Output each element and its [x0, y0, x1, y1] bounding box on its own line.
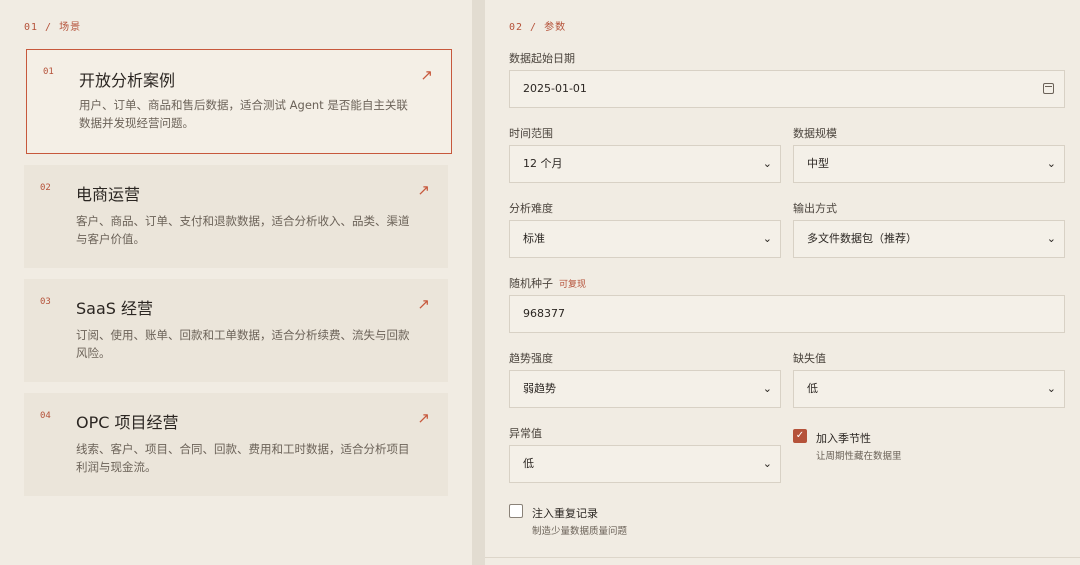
scene-panel: 01 / 场景 01 开放分析案例 ↗ 用户、订单、商品和售后数据，适合测试 A… — [0, 0, 472, 565]
params-panel: 02 / 参数 数据起始日期 2025-01-01 时间范围 12 个月 ⌄ 数… — [485, 0, 1080, 558]
trend-label: 趋势强度 — [509, 352, 553, 365]
seed-value: 968377 — [523, 307, 565, 320]
data-scale-value: 中型 — [807, 157, 829, 170]
missing-select[interactable]: 低 ⌄ — [793, 370, 1065, 408]
start-date-value: 2025-01-01 — [523, 82, 587, 95]
params-section-label: 02 / 参数 — [509, 22, 567, 33]
anomaly-select[interactable]: 低 ⌄ — [509, 445, 781, 483]
scene-card-ecommerce[interactable]: 02 电商运营 ↗ 客户、商品、订单、支付和退款数据，适合分析收入、品类、渠道与… — [24, 165, 448, 268]
chevron-down-icon: ⌄ — [762, 382, 772, 395]
arrow-up-right-icon: ↗ — [417, 295, 430, 313]
difficulty-label: 分析难度 — [509, 202, 553, 215]
scene-card-number: 02 — [40, 183, 51, 193]
scene-card-desc: 线索、客户、项目、合同、回款、费用和工时数据，适合分析项目利润与现金流。 — [76, 442, 410, 474]
data-scale-select[interactable]: 中型 ⌄ — [793, 145, 1065, 183]
seasonality-subtitle: 让周期性藏在数据里 — [816, 451, 902, 462]
chevron-down-icon: ⌄ — [1046, 382, 1056, 395]
scene-card-desc: 订阅、使用、账单、回款和工单数据，适合分析续费、流失与回款风险。 — [76, 328, 410, 360]
scene-card-title: SaaS 经营 — [76, 299, 154, 318]
arrow-up-right-icon: ↗ — [417, 181, 430, 199]
anomaly-value: 低 — [523, 457, 534, 470]
time-range-label: 时间范围 — [509, 127, 553, 140]
missing-value: 低 — [807, 382, 818, 395]
start-date-input[interactable]: 2025-01-01 — [509, 70, 1065, 108]
scene-card-title: 开放分析案例 — [79, 71, 176, 90]
difficulty-value: 标准 — [523, 232, 545, 245]
output-mode-label: 输出方式 — [793, 202, 837, 215]
chevron-down-icon: ⌄ — [1046, 157, 1056, 170]
panel-divider — [472, 0, 485, 565]
output-mode-select[interactable]: 多文件数据包（推荐） ⌄ — [793, 220, 1065, 258]
trend-select[interactable]: 弱趋势 ⌄ — [509, 370, 781, 408]
chevron-down-icon: ⌄ — [762, 232, 772, 245]
duplicates-subtitle: 制造少量数据质量问题 — [532, 526, 628, 537]
scene-card-saas[interactable]: 03 SaaS 经营 ↗ 订阅、使用、账单、回款和工单数据，适合分析续费、流失与… — [24, 279, 448, 382]
scene-card-title: 电商运营 — [76, 185, 141, 204]
time-range-value: 12 个月 — [523, 157, 563, 170]
scene-card-number: 03 — [40, 297, 51, 307]
scene-section-label: 01 / 场景 — [24, 22, 82, 33]
time-range-select[interactable]: 12 个月 ⌄ — [509, 145, 781, 183]
seasonality-checkbox[interactable]: ✓ — [793, 429, 807, 443]
difficulty-select[interactable]: 标准 ⌄ — [509, 220, 781, 258]
reproducible-tag: 可复现 — [559, 280, 587, 290]
scene-card-desc: 客户、商品、订单、支付和退款数据，适合分析收入、品类、渠道与客户价值。 — [76, 214, 410, 246]
data-scale-label: 数据规模 — [793, 127, 837, 140]
chevron-down-icon: ⌄ — [1046, 232, 1056, 245]
seed-input[interactable]: 968377 — [509, 295, 1065, 333]
missing-label: 缺失值 — [793, 352, 826, 365]
arrow-up-right-icon: ↗ — [420, 66, 433, 84]
scene-card-number: 04 — [40, 411, 51, 421]
seed-label: 随机种子 可复现 — [509, 275, 586, 291]
duplicates-title: 注入重复记录 — [532, 507, 598, 520]
trend-value: 弱趋势 — [523, 382, 556, 395]
duplicates-checkbox[interactable] — [509, 504, 523, 518]
output-mode-value: 多文件数据包（推荐） — [807, 232, 917, 245]
start-date-label: 数据起始日期 — [509, 52, 575, 65]
seasonality-title: 加入季节性 — [816, 432, 871, 445]
scene-card-number: 01 — [43, 67, 54, 77]
scene-card-desc: 用户、订单、商品和售后数据，适合测试 Agent 是否能自主关联数据并发现经营问… — [79, 98, 408, 130]
scene-card-opc[interactable]: 04 OPC 项目经营 ↗ 线索、客户、项目、合同、回款、费用和工时数据，适合分… — [24, 393, 448, 496]
scene-card-open-analysis[interactable]: 01 开放分析案例 ↗ 用户、订单、商品和售后数据，适合测试 Agent 是否能… — [26, 49, 452, 154]
chevron-down-icon: ⌄ — [762, 457, 772, 470]
calendar-icon[interactable] — [1043, 83, 1054, 94]
anomaly-label: 异常值 — [509, 427, 542, 440]
seed-label-text: 随机种子 — [509, 277, 553, 290]
scene-card-title: OPC 项目经营 — [76, 413, 179, 432]
arrow-up-right-icon: ↗ — [417, 409, 430, 427]
chevron-down-icon: ⌄ — [762, 157, 772, 170]
